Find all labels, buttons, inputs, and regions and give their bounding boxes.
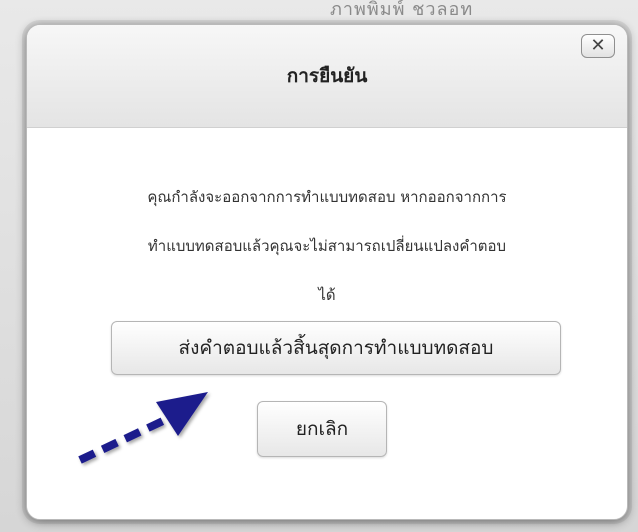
dialog-header: การยืนยัน ✕ — [27, 25, 627, 128]
screen: ภาพพิมพ์ ชวลอท การยืนยัน ✕ คุณกำลังจะออก… — [0, 0, 638, 532]
submit-and-finish-button[interactable]: ส่งคำตอบแล้วสิ้นสุดการทำแบบทดสอบ — [111, 321, 561, 375]
message-line-2: ทำแบบทดสอบแล้วคุณจะไม่สามารถเปลี่ยนแปลงค… — [147, 237, 507, 255]
cancel-button[interactable]: ยกเลิก — [257, 401, 387, 457]
dialog-title: การยืนยัน — [286, 65, 368, 87]
background-page-text: ภาพพิมพ์ ชวลอท — [330, 0, 474, 20]
close-icon: ✕ — [590, 35, 606, 56]
dialog-message: คุณกำลังจะออกจากการทำแบบทดสอบ หากออกจากก… — [67, 173, 587, 320]
message-line-3: ได้ — [318, 286, 336, 304]
close-button[interactable]: ✕ — [581, 34, 615, 58]
dashed-arrow-icon — [78, 392, 208, 464]
message-line-1: คุณกำลังจะออกจากการทำแบบทดสอบ หากออกจากก… — [147, 188, 507, 206]
